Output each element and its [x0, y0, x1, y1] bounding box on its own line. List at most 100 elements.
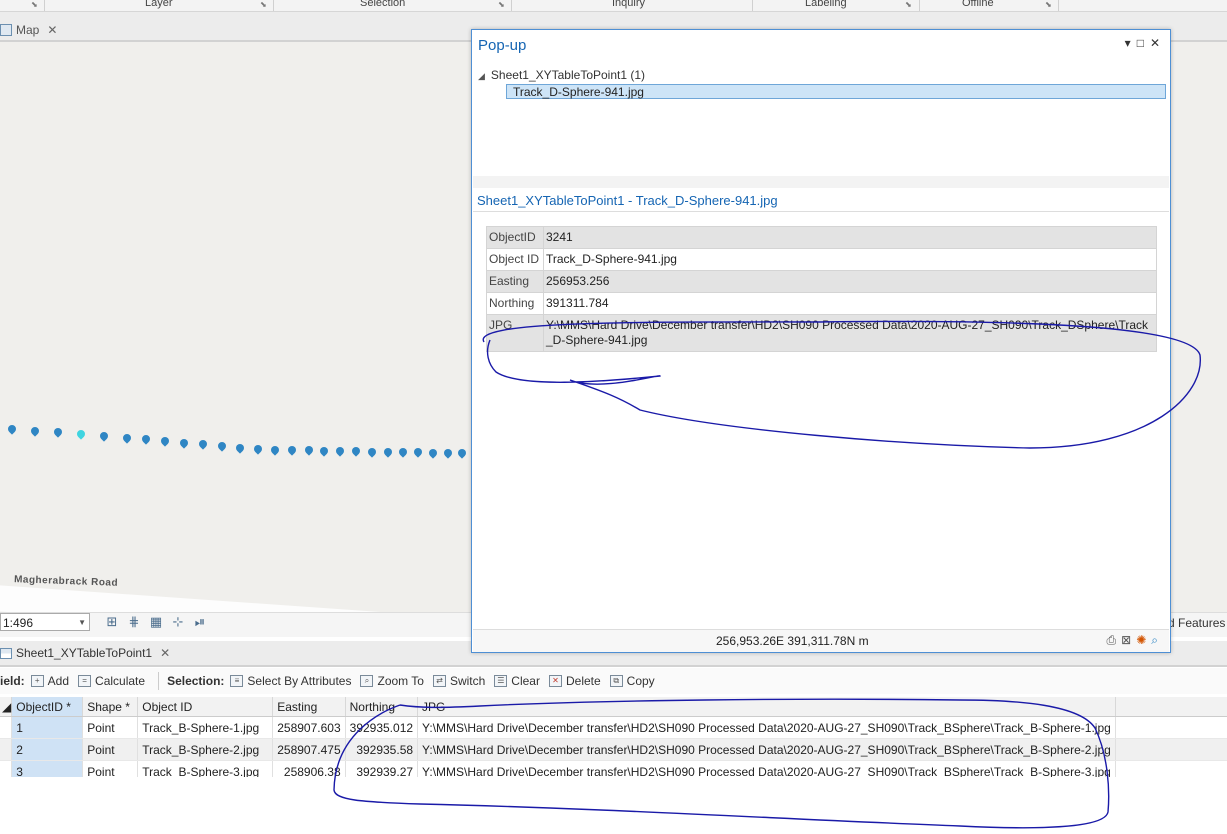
point-marker[interactable]: [350, 445, 362, 457]
clear-selection-button[interactable]: ☰ Clear: [494, 674, 540, 688]
point-marker[interactable]: [456, 447, 468, 459]
cell-jpg[interactable]: Y:\MMS\Hard Drive\December transfer\HD2\…: [417, 760, 1116, 777]
add-field-label: Add: [47, 674, 70, 688]
tab-attribute-table[interactable]: Sheet1_XYTableToPoint1 ✕: [0, 643, 170, 663]
grid-icon[interactable]: ⊞: [104, 615, 120, 629]
table-row[interactable]: 1 Point Track_B-Sphere-1.jpg 258907.603 3929…: [0, 716, 1227, 739]
point-marker[interactable]: [318, 444, 330, 457]
switch-icon: ⇄: [432, 675, 446, 687]
point-marker[interactable]: [6, 423, 18, 435]
point-marker[interactable]: [52, 426, 64, 439]
point-marker[interactable]: [159, 435, 171, 447]
point-marker[interactable]: [366, 445, 378, 458]
row-selector[interactable]: [0, 738, 13, 761]
close-icon[interactable]: ✕: [47, 23, 57, 37]
field-row: Object ID Track_D-Sphere-941.jpg: [486, 248, 1157, 271]
point-marker[interactable]: [412, 446, 424, 459]
point-marker[interactable]: [427, 447, 439, 459]
point-marker[interactable]: [121, 431, 133, 444]
point-marker[interactable]: [29, 425, 41, 437]
point-marker[interactable]: [303, 444, 315, 456]
dialog-launcher-icon[interactable]: ⬊: [260, 0, 267, 9]
cell-northing[interactable]: 392935.012: [345, 716, 419, 739]
print-icon[interactable]: ⎙: [1107, 633, 1122, 647]
table-row[interactable]: 2 Point Track_B-Sphere-2.jpg 258907.475 3929…: [0, 738, 1227, 761]
popup-field-table: ObjectID 3241 Object ID Track_D-Sphere-941…: [486, 226, 1157, 352]
column-header-shape[interactable]: Shape *: [82, 697, 139, 717]
dialog-launcher-icon[interactable]: ⬊: [498, 0, 505, 9]
row-selector[interactable]: [0, 760, 13, 777]
cell-shape[interactable]: Point: [82, 738, 139, 761]
cell-jpg[interactable]: Y:\MMS\Hard Drive\December transfer\HD2\…: [417, 738, 1116, 761]
clear-icon: ☰: [494, 675, 508, 687]
row-selector[interactable]: [0, 716, 13, 739]
close-icon[interactable]: ✕: [1150, 36, 1166, 50]
cell-northing[interactable]: 392939.27: [345, 760, 419, 777]
column-header-objectid[interactable]: ObjectID *: [11, 697, 84, 717]
calculate-field-button[interactable]: = Calculate: [78, 674, 145, 688]
field-key: ObjectID: [486, 226, 544, 249]
delete-button[interactable]: ✕ Delete: [548, 674, 601, 688]
point-marker[interactable]: [442, 447, 454, 459]
point-marker[interactable]: [286, 444, 298, 456]
point-marker[interactable]: [216, 440, 228, 452]
point-marker[interactable]: [98, 430, 110, 442]
ribbon-separator: [44, 0, 45, 11]
table-row[interactable]: 3 Point Track_B-Sphere-3.jpg 258906.38 39293…: [0, 760, 1227, 777]
snapping-icon[interactable]: ⋕: [126, 615, 142, 629]
cell-filler: [1115, 760, 1227, 777]
cell-objectid[interactable]: 3: [11, 760, 84, 777]
zoom-to-button[interactable]: ⌕ Zoom To: [360, 674, 424, 688]
dialog-launcher-icon[interactable]: ⬊: [905, 0, 912, 9]
table-grid-icon[interactable]: ▦: [148, 615, 164, 629]
options-dropdown-icon[interactable]: ▾: [1125, 36, 1137, 50]
cell-easting[interactable]: 258906.38: [272, 760, 346, 777]
copy-button[interactable]: ⧉ Copy: [609, 674, 655, 688]
pause-drawing-icon[interactable]: ⏯: [192, 615, 208, 629]
cell-object-id[interactable]: Track_B-Sphere-3.jpg: [137, 760, 274, 777]
cell-northing[interactable]: 392935.58: [345, 738, 419, 761]
cell-object-id[interactable]: Track_B-Sphere-1.jpg: [137, 716, 274, 739]
column-header-jpg[interactable]: JPG: [417, 697, 1116, 717]
dialog-launcher-icon[interactable]: ⬊: [31, 0, 38, 9]
column-header-object-id[interactable]: Object ID: [137, 697, 274, 717]
point-marker[interactable]: [269, 444, 281, 456]
expand-triangle-icon[interactable]: ◢: [478, 71, 485, 81]
switch-selection-button[interactable]: ⇄ Switch: [432, 674, 485, 688]
cell-shape[interactable]: Point: [82, 716, 139, 739]
column-header-northing[interactable]: Northing: [345, 697, 419, 717]
cell-objectid[interactable]: 1: [11, 716, 84, 739]
point-marker[interactable]: [334, 445, 346, 457]
maximize-icon[interactable]: □: [1137, 36, 1150, 50]
zoom-to-feature-icon[interactable]: ⌕: [1151, 633, 1163, 647]
tab-map[interactable]: Map ✕: [0, 20, 57, 40]
row-selector-header[interactable]: ◢: [0, 697, 13, 717]
point-marker[interactable]: [178, 436, 190, 449]
point-marker[interactable]: [382, 446, 394, 458]
cell-jpg[interactable]: Y:\MMS\Hard Drive\December transfer\HD2\…: [417, 716, 1116, 739]
point-marker[interactable]: [234, 442, 246, 454]
cell-easting[interactable]: 258907.475: [272, 738, 346, 761]
point-marker[interactable]: [140, 433, 152, 445]
column-header-easting[interactable]: Easting: [272, 697, 346, 717]
cell-objectid[interactable]: 2: [11, 738, 84, 761]
column-header-filler: [1115, 697, 1227, 717]
cell-shape[interactable]: Point: [82, 760, 139, 777]
scale-dropdown[interactable]: 1:496 ▼: [0, 613, 90, 631]
select-by-attributes-button[interactable]: ≡ Select By Attributes: [230, 674, 351, 688]
point-marker[interactable]: [397, 446, 409, 458]
point-marker[interactable]: [197, 438, 209, 450]
tree-layer-node[interactable]: ◢ Sheet1_XYTableToPoint1 (1): [478, 68, 645, 82]
crosshair-icon[interactable]: ⊹: [170, 615, 186, 629]
export-icon[interactable]: ⊠: [1121, 633, 1136, 647]
point-marker[interactable]: [252, 443, 264, 456]
selected-point-marker[interactable]: [75, 428, 87, 440]
tree-feature-node[interactable]: Track_D-Sphere-941.jpg: [506, 84, 1166, 99]
popup-divider[interactable]: [473, 176, 1169, 188]
cell-easting[interactable]: 258907.603: [272, 716, 346, 739]
dialog-launcher-icon[interactable]: ⬊: [1045, 0, 1052, 9]
add-field-button[interactable]: + Add: [30, 674, 70, 688]
close-icon[interactable]: ✕: [160, 646, 170, 660]
flash-feature-icon[interactable]: ✺: [1136, 633, 1151, 647]
cell-object-id[interactable]: Track_B-Sphere-2.jpg: [137, 738, 274, 761]
